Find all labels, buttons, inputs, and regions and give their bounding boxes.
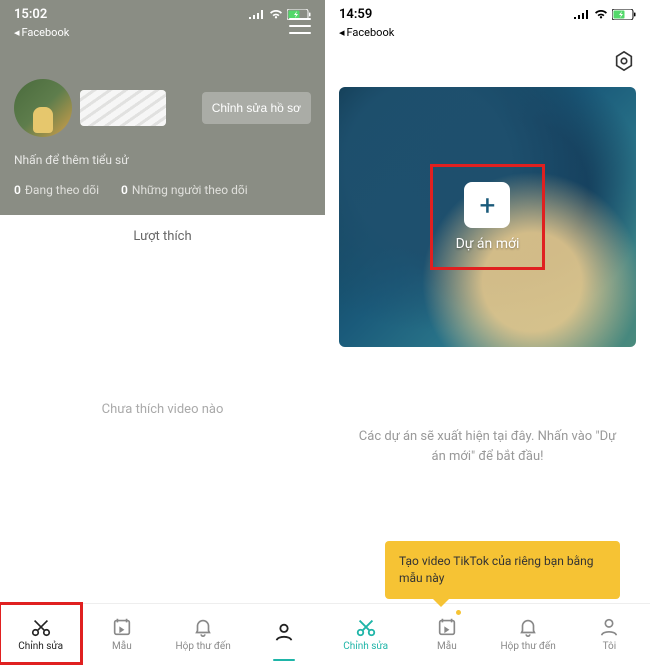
wifi-icon bbox=[269, 9, 283, 19]
back-caret-icon: ◂ bbox=[339, 26, 345, 39]
status-time: 14:59 bbox=[339, 7, 372, 22]
nav-template-label: Mẫu bbox=[437, 641, 457, 652]
nav-profile[interactable] bbox=[244, 604, 325, 663]
status-bar: 14:59 bbox=[325, 0, 650, 24]
new-project-label: Dự án mới bbox=[456, 236, 520, 252]
following-count: 0 bbox=[14, 183, 21, 197]
profile-row: Chỉnh sửa hồ sơ bbox=[0, 41, 325, 147]
user-name-card bbox=[80, 90, 166, 126]
nav-inbox[interactable]: Hộp thư đến bbox=[163, 604, 244, 663]
followers-label: Những người theo dõi bbox=[132, 183, 248, 197]
nav-edit-label: Chỉnh sửa bbox=[18, 641, 63, 652]
stats-row: 0 Đang theo dõi 0 Những người theo dõi bbox=[0, 183, 325, 203]
scissors-icon bbox=[30, 616, 52, 638]
likes-tab[interactable]: Lượt thích bbox=[0, 215, 325, 252]
template-icon bbox=[111, 616, 133, 638]
editor-header bbox=[325, 41, 650, 81]
wifi-icon bbox=[594, 9, 608, 19]
projects-hint: Các dự án sẽ xuất hiện tại đây. Nhấn vào… bbox=[325, 427, 650, 466]
nav-profile-label: Tôi bbox=[603, 641, 617, 652]
status-icons bbox=[574, 9, 636, 20]
empty-likes-message: Chưa thích video nào bbox=[0, 402, 325, 417]
signal-icon bbox=[574, 9, 590, 19]
back-to-app[interactable]: ◂ Facebook bbox=[325, 24, 650, 41]
followers-count: 0 bbox=[121, 183, 128, 197]
nav-edit-label: Chỉnh sửa bbox=[343, 641, 388, 652]
bell-icon bbox=[192, 616, 214, 638]
template-icon bbox=[436, 616, 458, 638]
profile-header: 15:02 ◂ Facebook Chỉnh sửa hồ sơ Nhấn để… bbox=[0, 0, 325, 215]
back-to-app[interactable]: ◂ Facebook bbox=[0, 24, 325, 41]
screen-profile: 15:02 ◂ Facebook Chỉnh sửa hồ sơ Nhấn để… bbox=[0, 0, 325, 663]
back-app-label: Facebook bbox=[347, 26, 395, 39]
nav-template[interactable]: Mẫu bbox=[406, 604, 487, 663]
back-app-label: Facebook bbox=[22, 26, 70, 39]
status-time: 15:02 bbox=[14, 7, 47, 22]
bio-hint[interactable]: Nhấn để thêm tiểu sử bbox=[0, 147, 325, 183]
back-caret-icon: ◂ bbox=[14, 26, 20, 39]
scissors-icon bbox=[355, 616, 377, 638]
menu-icon[interactable] bbox=[289, 18, 311, 34]
signal-icon bbox=[249, 9, 265, 19]
settings-icon[interactable] bbox=[612, 49, 636, 73]
template-tooltip: Tạo video TikTok của riêng bạn bằng mẫu … bbox=[385, 541, 620, 599]
new-project-button[interactable]: + Dự án mới bbox=[430, 164, 546, 270]
nav-edit[interactable]: Chỉnh sửa bbox=[0, 604, 81, 663]
nav-inbox-label: Hộp thư đến bbox=[501, 641, 556, 652]
nav-template[interactable]: Mẫu bbox=[81, 604, 162, 663]
nav-template-label: Mẫu bbox=[112, 641, 132, 652]
project-hero: + Dự án mới bbox=[339, 87, 636, 347]
nav-inbox-label: Hộp thư đến bbox=[176, 641, 231, 652]
bottom-nav: Chỉnh sửa Mẫu Hộp thư đến bbox=[0, 603, 325, 663]
battery-icon bbox=[612, 9, 636, 20]
edit-profile-button[interactable]: Chỉnh sửa hồ sơ bbox=[202, 92, 311, 124]
nav-edit[interactable]: Chỉnh sửa bbox=[325, 604, 406, 663]
bottom-nav: Chỉnh sửa Mẫu Hộp thư đến Tôi bbox=[325, 603, 650, 663]
notification-dot bbox=[456, 610, 461, 615]
followers-stat[interactable]: 0 Những người theo dõi bbox=[121, 183, 248, 197]
nav-inbox[interactable]: Hộp thư đến bbox=[488, 604, 569, 663]
following-stat[interactable]: 0 Đang theo dõi bbox=[14, 183, 99, 197]
nav-profile[interactable]: Tôi bbox=[569, 604, 650, 663]
profile-icon bbox=[598, 616, 620, 638]
bell-icon bbox=[517, 616, 539, 638]
following-label: Đang theo dõi bbox=[25, 183, 99, 197]
profile-icon bbox=[273, 621, 295, 643]
screen-editor: 14:59 ◂ Facebook + Dự án mới Các dự án s… bbox=[325, 0, 650, 663]
status-bar: 15:02 bbox=[0, 0, 325, 24]
plus-icon: + bbox=[464, 182, 510, 228]
avatar[interactable] bbox=[14, 79, 72, 137]
active-indicator bbox=[273, 659, 295, 661]
